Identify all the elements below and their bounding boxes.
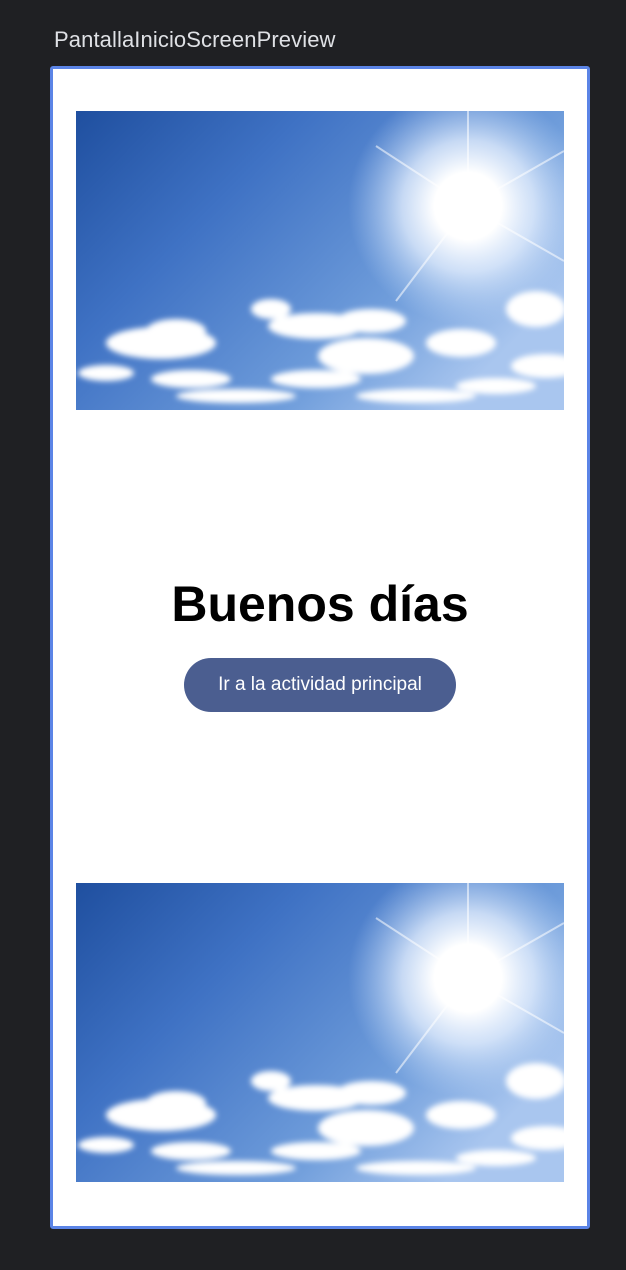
- device-preview-frame[interactable]: Buenos días Ir a la actividad principal: [50, 66, 590, 1229]
- greeting-heading: Buenos días: [171, 576, 469, 632]
- sky-sun-image-top: [76, 111, 564, 410]
- preview-title: PantallaInicioScreenPreview: [54, 27, 336, 52]
- go-to-main-activity-button[interactable]: Ir a la actividad principal: [184, 658, 456, 712]
- sky-sun-image-bottom: [76, 883, 564, 1182]
